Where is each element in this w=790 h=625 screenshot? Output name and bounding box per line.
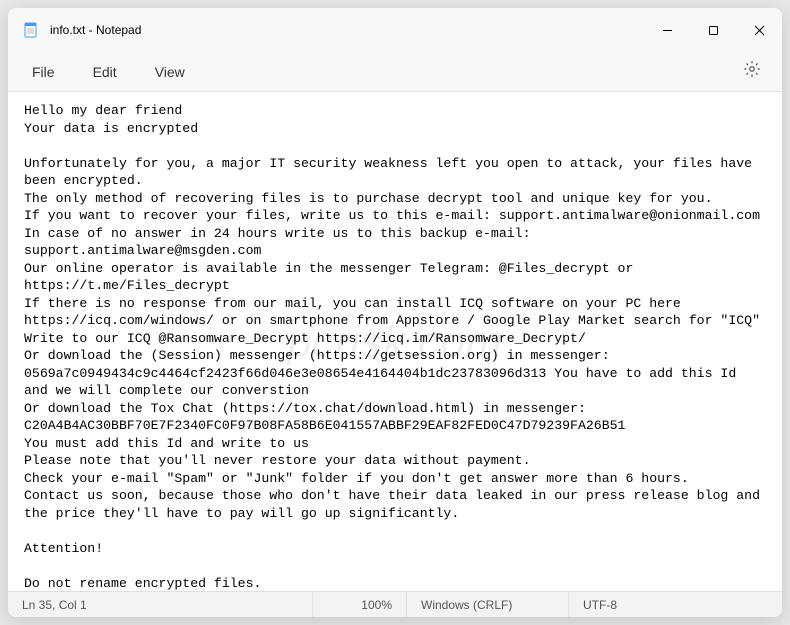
notepad-window: info.txt - Notepad File Edit View xyxy=(8,8,782,617)
menu-edit[interactable]: Edit xyxy=(83,58,127,86)
settings-button[interactable] xyxy=(736,56,768,88)
notepad-icon xyxy=(22,21,40,39)
window-title: info.txt - Notepad xyxy=(50,23,644,37)
window-controls xyxy=(644,8,782,52)
maximize-button[interactable] xyxy=(690,8,736,52)
status-zoom[interactable]: 100% xyxy=(313,592,407,617)
statusbar: Ln 35, Col 1 100% Windows (CRLF) UTF-8 xyxy=(8,591,782,617)
text-area[interactable]: Hello my dear friend Your data is encryp… xyxy=(8,92,782,591)
close-button[interactable] xyxy=(736,8,782,52)
menubar: File Edit View xyxy=(8,52,782,92)
gear-icon xyxy=(743,60,761,83)
menu-file[interactable]: File xyxy=(22,58,65,86)
status-encoding: UTF-8 xyxy=(569,592,782,617)
status-position: Ln 35, Col 1 xyxy=(8,592,313,617)
minimize-button[interactable] xyxy=(644,8,690,52)
titlebar: info.txt - Notepad xyxy=(8,8,782,52)
menu-view[interactable]: View xyxy=(145,58,195,86)
document-text: Hello my dear friend Your data is encryp… xyxy=(24,103,768,591)
status-lineending: Windows (CRLF) xyxy=(407,592,569,617)
